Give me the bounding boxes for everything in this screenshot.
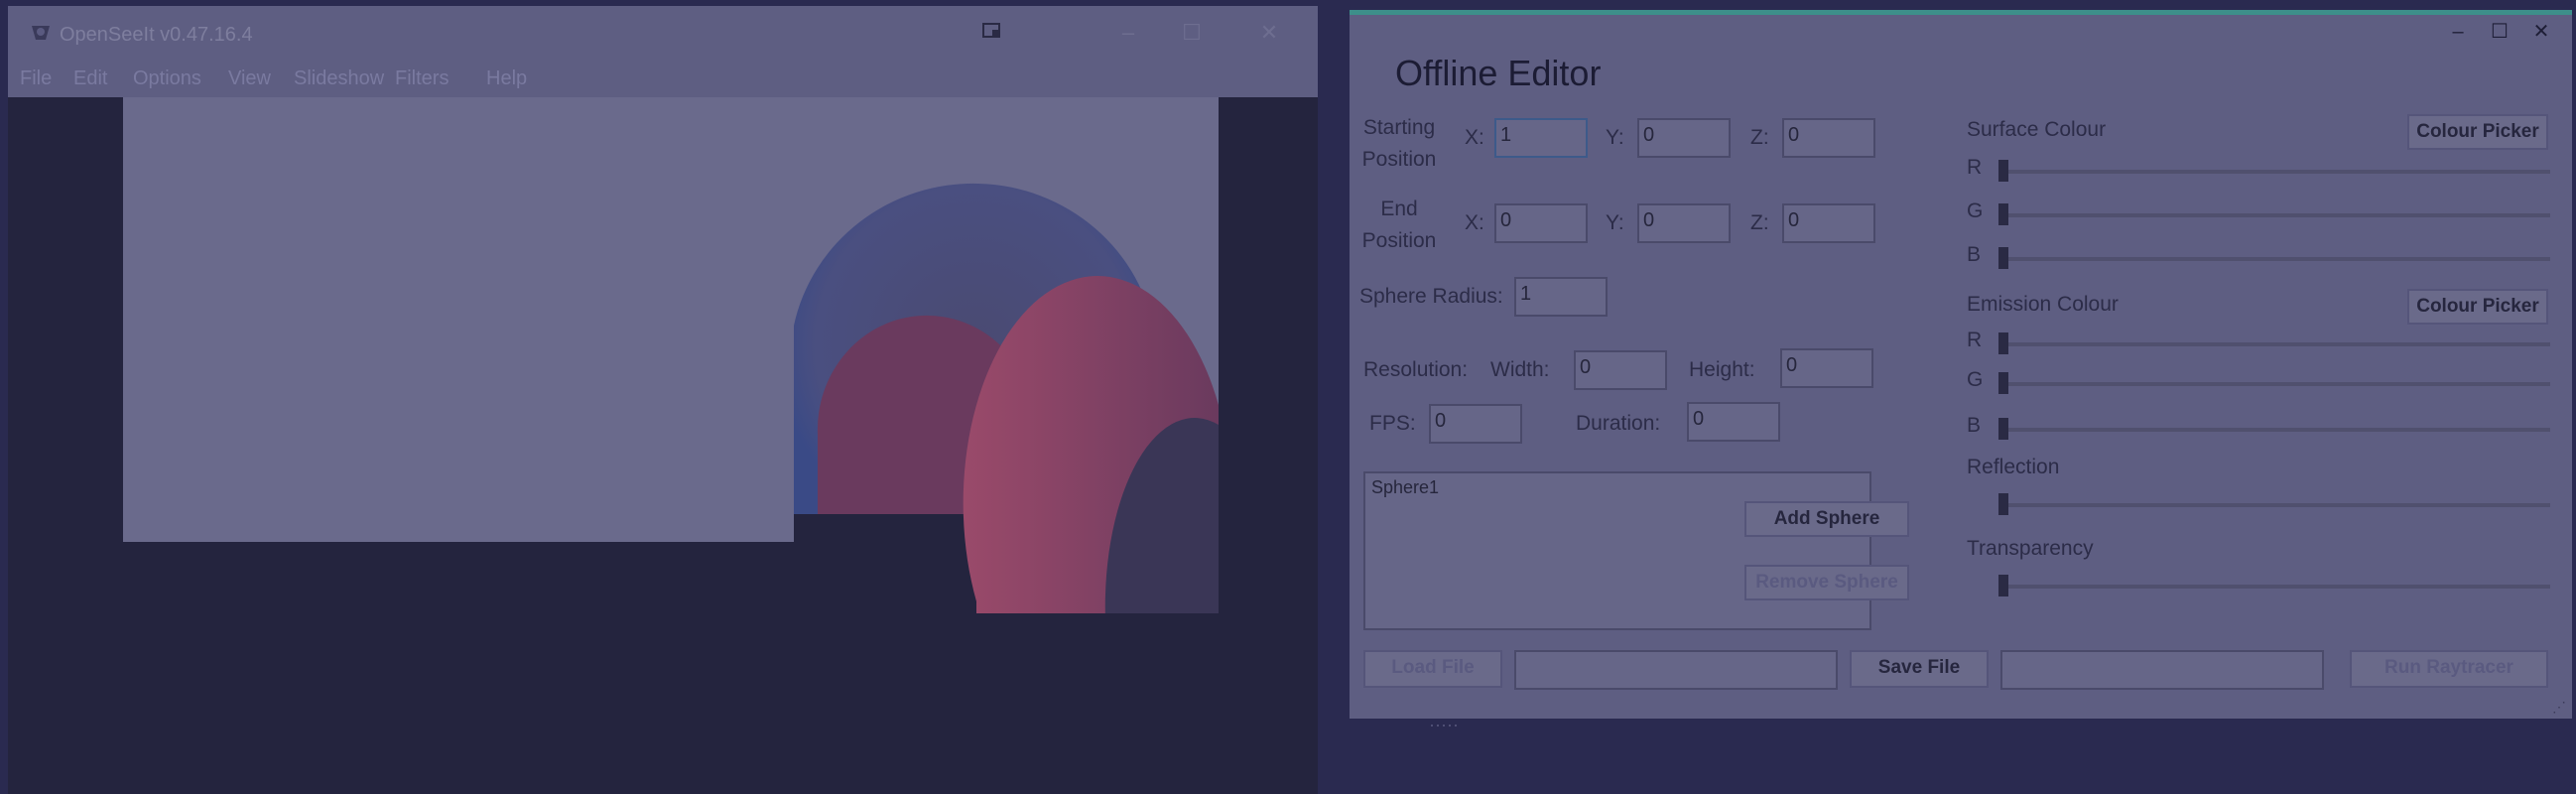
menu-help[interactable]: Help <box>486 67 527 90</box>
duration-field[interactable]: 0 <box>1687 402 1780 442</box>
resolution-width-field[interactable]: 0 <box>1574 350 1667 390</box>
surface-colour-picker-button[interactable]: Colour Picker <box>2407 114 2548 150</box>
start-y-label: Y: <box>1606 126 1624 149</box>
height-label: Height: <box>1689 358 1755 381</box>
menu-file[interactable]: File <box>20 67 52 90</box>
start-x-field[interactable]: 1 <box>1494 118 1588 158</box>
emission-g-label: G <box>1967 368 1984 391</box>
maximize-icon[interactable]: ☐ <box>1177 20 1207 46</box>
duration-label: Duration: <box>1576 412 1661 435</box>
surface-r-slider-thumb[interactable] <box>1998 160 2008 182</box>
start-z-field[interactable]: 0 <box>1782 118 1875 158</box>
minimize-icon[interactable]: – <box>1113 20 1143 46</box>
emission-colour-label: Emission Colour <box>1967 293 2119 316</box>
image-viewer-window: OpenSeeIt v0.47.16.4 – ☐ ✕ File Edit Opt… <box>8 6 1318 794</box>
editor-title: Offline Editor <box>1395 53 1602 93</box>
save-file-path-field[interactable] <box>2000 650 2324 690</box>
emission-b-slider-thumb[interactable] <box>1998 418 2008 440</box>
surface-colour-label: Surface Colour <box>1967 118 2107 141</box>
note-icon[interactable] <box>976 20 1006 46</box>
minimize-icon[interactable]: – <box>2445 21 2471 43</box>
add-sphere-button[interactable]: Add Sphere <box>1744 501 1909 537</box>
save-file-button[interactable]: Save File <box>1850 650 1989 688</box>
surface-b-label: B <box>1967 243 1982 266</box>
end-y-label: Y: <box>1606 211 1624 234</box>
surface-g-slider[interactable] <box>1998 213 2550 217</box>
sphere-radius-field[interactable]: 1 <box>1514 277 1608 317</box>
surface-b-slider[interactable] <box>1998 257 2550 261</box>
maximize-icon[interactable]: ☐ <box>2487 21 2512 43</box>
emission-r-slider-thumb[interactable] <box>1998 332 2008 354</box>
sphere-list[interactable]: Sphere1 <box>1363 471 1871 630</box>
emission-colour-picker-button[interactable]: Colour Picker <box>2407 289 2548 325</box>
emission-r-label: R <box>1967 329 1983 351</box>
viewer-titlebar: OpenSeeIt v0.47.16.4 – ☐ ✕ <box>8 6 1318 58</box>
surface-r-slider[interactable] <box>1998 170 2550 174</box>
remove-sphere-button[interactable]: Remove Sphere <box>1744 565 1909 600</box>
viewer-title: OpenSeeIt v0.47.16.4 <box>60 24 253 46</box>
end-y-field[interactable]: 0 <box>1637 203 1731 243</box>
reflection-slider-thumb[interactable] <box>1998 493 2008 515</box>
start-z-label: Z: <box>1750 126 1769 149</box>
start-x-label: X: <box>1465 126 1484 149</box>
resolution-height-field[interactable]: 0 <box>1780 348 1873 388</box>
menu-edit[interactable]: Edit <box>73 67 107 90</box>
transparency-slider[interactable] <box>1998 585 2550 589</box>
emission-b-label: B <box>1967 414 1982 437</box>
reflection-label: Reflection <box>1967 456 2060 478</box>
close-icon[interactable]: ✕ <box>2528 21 2554 43</box>
surface-r-label: R <box>1967 156 1983 179</box>
end-position-label: End Position <box>1361 198 1437 252</box>
fps-field[interactable]: 0 <box>1429 404 1522 444</box>
end-z-label: Z: <box>1750 211 1769 234</box>
transparency-label: Transparency <box>1967 537 2094 560</box>
viewer-menubar: File Edit Options View Slideshow Filters… <box>8 58 1318 97</box>
starting-position-label: Starting Position <box>1361 116 1437 171</box>
end-x-label: X: <box>1465 211 1484 234</box>
offline-editor-window: – ☐ ✕ Offline Editor Starting Position X… <box>1350 10 2572 719</box>
end-z-field[interactable]: 0 <box>1782 203 1875 243</box>
sphere-radius-label: Sphere Radius: <box>1359 285 1503 308</box>
editor-titlebar: – ☐ ✕ <box>1350 15 2572 45</box>
menu-options[interactable]: Options <box>133 67 201 90</box>
surface-g-label: G <box>1967 199 1984 222</box>
transparency-slider-thumb[interactable] <box>1998 575 2008 596</box>
start-y-field[interactable]: 0 <box>1637 118 1731 158</box>
app-icon <box>32 26 50 40</box>
menu-view[interactable]: View <box>228 67 271 90</box>
surface-b-slider-thumb[interactable] <box>1998 247 2008 269</box>
run-raytracer-button[interactable]: Run Raytracer <box>2350 650 2548 688</box>
load-file-button[interactable]: Load File <box>1363 650 1502 688</box>
width-label: Width: <box>1490 358 1550 381</box>
reflection-slider[interactable] <box>1998 503 2550 507</box>
list-item[interactable]: Sphere1 <box>1371 477 1439 498</box>
rendered-image <box>123 97 1219 619</box>
resolution-label: Resolution: <box>1363 358 1469 381</box>
fps-label: FPS: <box>1369 412 1416 435</box>
emission-b-slider[interactable] <box>1998 428 2550 432</box>
emission-r-slider[interactable] <box>1998 342 2550 346</box>
close-icon[interactable]: ✕ <box>1254 20 1284 46</box>
emission-g-slider[interactable] <box>1998 382 2550 386</box>
menu-slideshow[interactable]: Slideshow <box>294 67 384 90</box>
resize-grip-icon[interactable]: ⋰ <box>2552 699 2568 715</box>
end-x-field[interactable]: 0 <box>1494 203 1588 243</box>
menu-filters[interactable]: Filters <box>395 67 449 90</box>
load-file-path-field[interactable] <box>1514 650 1838 690</box>
emission-g-slider-thumb[interactable] <box>1998 372 2008 394</box>
surface-g-slider-thumb[interactable] <box>1998 203 2008 225</box>
